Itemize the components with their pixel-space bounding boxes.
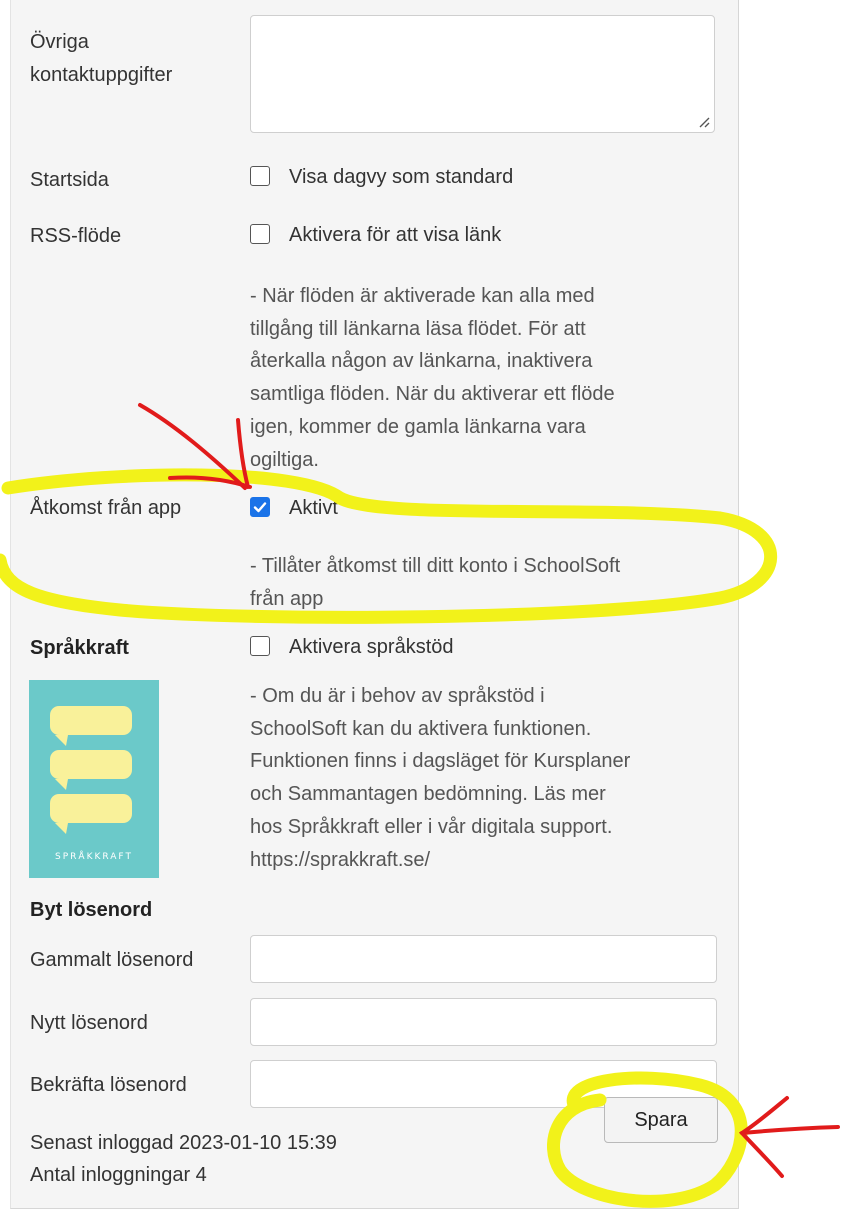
sprakkraft-help-text: - Om du är i behov av språkstöd i School… [250,680,720,876]
startpage-checkbox[interactable] [250,166,270,186]
rss-checkbox-label[interactable]: Aktivera för att visa länk [289,221,501,249]
checkmark-icon [253,502,267,513]
rss-help-line: - När flöden är aktiverade kan alla med [250,285,595,307]
rss-label: RSS-flöde [30,225,122,247]
startpage-label: Startsida [30,169,109,191]
rss-help-line: igen, kommer de gamla länkarna vara [250,415,586,438]
other-contact-label-line1: Övriga [30,31,89,53]
sprakkraft-help-line[interactable]: hos Språkkraft eller i vår digitala supp… [250,811,720,844]
rss-help-line: återkalla någon av länkarna, inaktivera [250,350,593,373]
resize-grip-icon[interactable] [698,116,710,128]
old-password-input[interactable] [250,935,717,983]
sprakkraft-help-line: och Sammantagen bedömning. Läs mer [250,783,606,806]
old-password-label: Gammalt lösenord [30,949,194,971]
new-password-label: Nytt lösenord [30,1012,148,1034]
sprakkraft-help-line: - Om du är i behov av språkstöd i [250,685,545,707]
login-count-text: Antal inloggningar 4 [30,1164,207,1186]
sprakkraft-checkbox-label[interactable]: Aktivera språkstöd [289,633,454,661]
change-password-heading: Byt lösenord [30,899,153,921]
app-access-checkbox[interactable] [250,497,270,517]
save-button[interactable]: Spara [604,1097,718,1143]
new-password-input[interactable] [250,998,717,1046]
sprakkraft-label: Språkkraft [30,637,129,659]
app-access-label: Åtkomst från app [30,497,182,519]
sprakkraft-logo: SPRÅKKRAFT [29,680,159,878]
speech-bubble-icon [50,794,132,823]
sprakkraft-help-line: SchoolSoft kan du aktivera funktionen. [250,717,592,740]
confirm-password-label: Bekräfta lösenord [30,1074,187,1096]
sprakkraft-link[interactable]: https://sprakkraft.se/ [250,844,720,877]
app-access-help-line: från app [250,587,324,610]
rss-help-text: - När flöden är aktiverade kan alla med … [250,280,720,476]
sprakkraft-logo-text: SPRÅKKRAFT [55,852,133,862]
last-login-text: Senast inloggad 2023-01-10 15:39 [30,1132,337,1154]
app-access-help-line: - Tillåter åtkomst till ditt konto i Sch… [250,555,621,577]
red-arrow [740,1125,840,1135]
app-access-help-text: - Tillåter åtkomst till ditt konto i Sch… [250,550,720,615]
startpage-checkbox-label[interactable]: Visa dagvy som standard [289,163,513,191]
rss-help-line: samtliga flöden. När du aktiverar ett fl… [250,383,615,406]
other-contact-label-line2: kontaktuppgifter [30,64,173,86]
rss-help-line: tillgång till länkarna läsa flödet. För … [250,317,586,340]
sprakkraft-help-line: Funktionen finns i dagsläget för Kurspla… [250,750,631,773]
rss-help-line: ogiltiga. [250,448,319,471]
speech-bubble-icon [50,706,132,735]
app-access-checkbox-label[interactable]: Aktivt [289,494,338,522]
speech-bubble-icon [50,750,132,779]
sprakkraft-checkbox[interactable] [250,636,270,656]
other-contact-textarea[interactable] [250,15,715,133]
rss-checkbox[interactable] [250,224,270,244]
